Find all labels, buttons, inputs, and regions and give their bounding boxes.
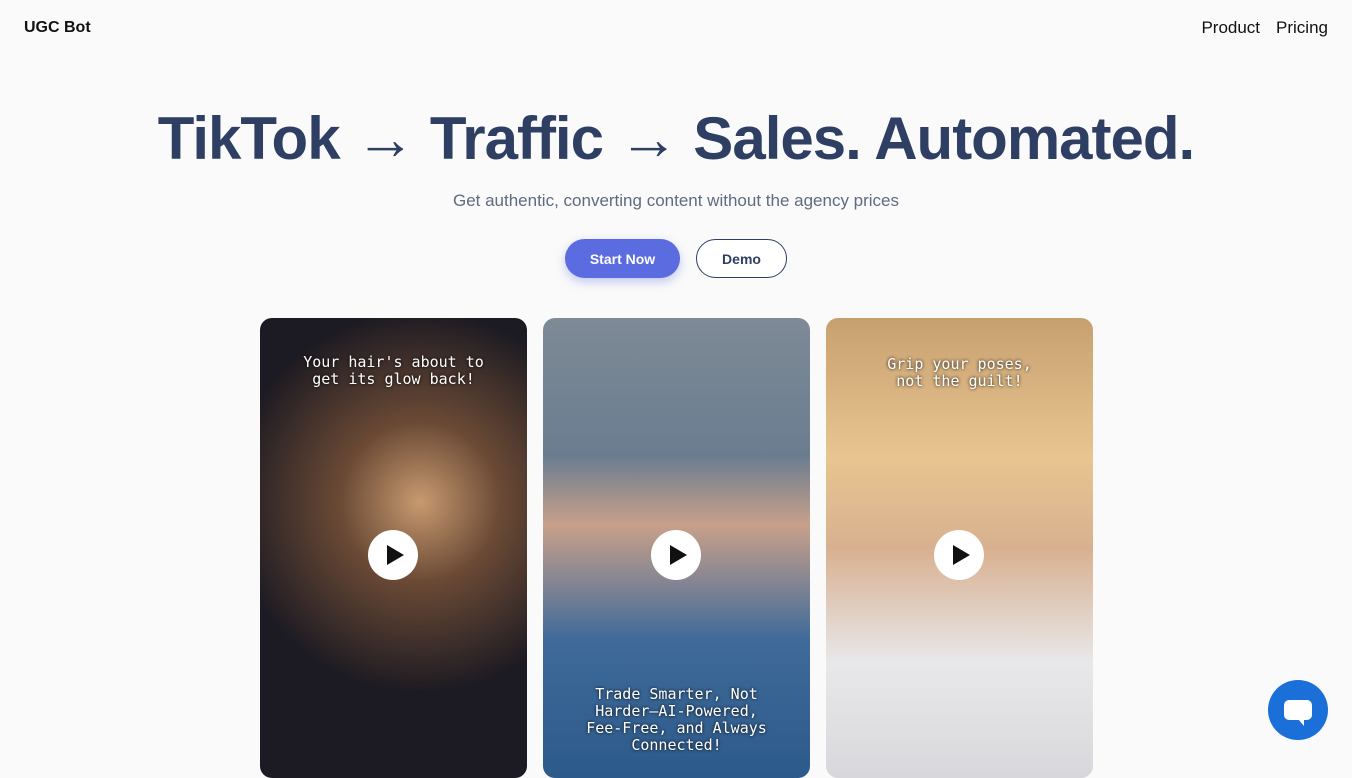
video-caption: Your hair's about to get its glow back! bbox=[303, 353, 484, 388]
play-icon bbox=[669, 545, 687, 565]
nav-pricing-link[interactable]: Pricing bbox=[1276, 18, 1328, 38]
chat-bubble-icon bbox=[1284, 700, 1312, 726]
video-card[interactable]: Trade Smarter, Not Harder—AI-Powered, Fe… bbox=[543, 318, 810, 778]
hero-title: TikTok → Traffic → Sales. Automated. bbox=[157, 105, 1195, 172]
demo-button[interactable]: Demo bbox=[696, 239, 787, 278]
play-icon bbox=[952, 545, 970, 565]
logo[interactable]: UGC Bot bbox=[24, 19, 91, 37]
video-caption: Trade Smarter, Not Harder—AI-Powered, Fe… bbox=[586, 685, 767, 754]
video-card[interactable]: Your hair's about to get its glow back! bbox=[260, 318, 527, 778]
play-button[interactable] bbox=[368, 530, 418, 580]
play-button[interactable] bbox=[651, 530, 701, 580]
nav-product-link[interactable]: Product bbox=[1201, 18, 1260, 38]
video-card[interactable]: Grip your poses, not the guilt! bbox=[826, 318, 1093, 778]
chat-button[interactable] bbox=[1268, 680, 1328, 740]
start-now-button[interactable]: Start Now bbox=[565, 239, 680, 278]
video-caption: Grip your poses, not the guilt! bbox=[887, 355, 1032, 390]
hero-subtitle: Get authentic, converting content withou… bbox=[452, 191, 900, 210]
top-nav: UGC Bot Product Pricing bbox=[0, 0, 1352, 56]
play-icon bbox=[386, 545, 404, 565]
play-button[interactable] bbox=[934, 530, 984, 580]
